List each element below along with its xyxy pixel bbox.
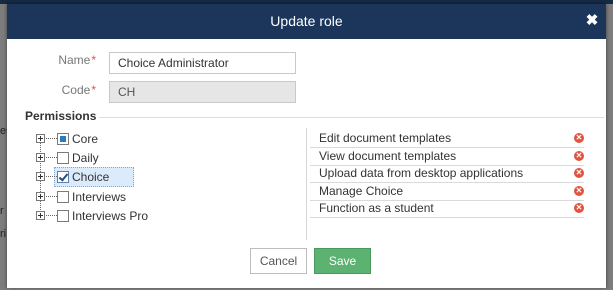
remove-icon[interactable]: ✕ (574, 133, 584, 143)
expand-icon[interactable] (36, 153, 45, 162)
dialog-header: Update role ✖ (7, 4, 606, 39)
permission-row: Upload data from desktop applications ✕ (310, 165, 584, 183)
tree-node-daily[interactable]: Daily (7, 150, 157, 167)
tree-connector (46, 215, 57, 216)
name-input[interactable] (109, 52, 296, 74)
tree-node-core[interactable]: Core (7, 131, 157, 148)
remove-icon[interactable]: ✕ (574, 186, 584, 196)
tree-node-label: Interviews Pro (72, 209, 149, 223)
expand-icon[interactable] (36, 211, 45, 220)
name-label-text: Name (58, 53, 91, 67)
update-role-dialog: Update role ✖ Name* Code* Permissions Co… (7, 4, 606, 288)
expand-icon[interactable] (36, 134, 45, 143)
tree-node-choice[interactable]: Choice (7, 167, 157, 187)
tree-connector (46, 138, 57, 139)
permission-label: Manage Choice (319, 184, 404, 198)
background-text-fragment: r (0, 205, 4, 217)
column-divider (306, 128, 307, 240)
cancel-button[interactable]: Cancel (250, 248, 307, 274)
code-input (109, 81, 296, 103)
save-button[interactable]: Save (314, 248, 371, 274)
checkbox-checked[interactable] (57, 171, 69, 183)
code-label: Code* (7, 83, 96, 97)
checkbox[interactable] (57, 210, 69, 222)
permission-row: Edit document templates ✕ (310, 130, 584, 148)
tree-node-label: Daily (72, 151, 99, 165)
dialog-title: Update role (270, 13, 343, 29)
close-icon[interactable]: ✖ (584, 13, 600, 29)
remove-icon[interactable]: ✕ (574, 151, 584, 161)
background-text-fragment: ri (0, 228, 7, 240)
permission-row: View document templates ✕ (310, 148, 584, 166)
background-page-left (0, 4, 7, 290)
section-divider (99, 117, 604, 118)
permission-label: Function as a student (319, 201, 434, 215)
permissions-heading: Permissions (25, 109, 97, 123)
code-label-text: Code (61, 83, 91, 97)
tree-node-interviews[interactable]: Interviews (7, 189, 157, 206)
expand-icon[interactable] (36, 192, 45, 201)
tree-node-interviews-pro[interactable]: Interviews Pro (7, 208, 157, 225)
expand-icon[interactable] (36, 172, 45, 181)
tree-node-label: Core (72, 132, 99, 146)
tree-connector (46, 157, 57, 158)
remove-icon[interactable]: ✕ (574, 203, 584, 213)
tree-node-label: Interviews (72, 190, 127, 204)
permission-label: Edit document templates (319, 131, 452, 145)
required-mark: * (91, 53, 96, 67)
tree-node-label: Choice (72, 170, 110, 184)
permission-label: Upload data from desktop applications (319, 166, 524, 180)
required-mark: * (91, 83, 96, 97)
tree-connector (46, 176, 57, 177)
permission-row: Function as a student ✕ (310, 200, 584, 218)
permission-label: View document templates (319, 149, 457, 163)
permission-row: Manage Choice ✕ (310, 183, 584, 201)
tree-connector (46, 196, 57, 197)
checkbox[interactable] (57, 152, 69, 164)
name-label: Name* (7, 53, 96, 67)
checkbox[interactable] (57, 191, 69, 203)
checkbox-partial[interactable] (57, 133, 69, 145)
remove-icon[interactable]: ✕ (574, 168, 584, 178)
background-page-right (606, 4, 613, 290)
